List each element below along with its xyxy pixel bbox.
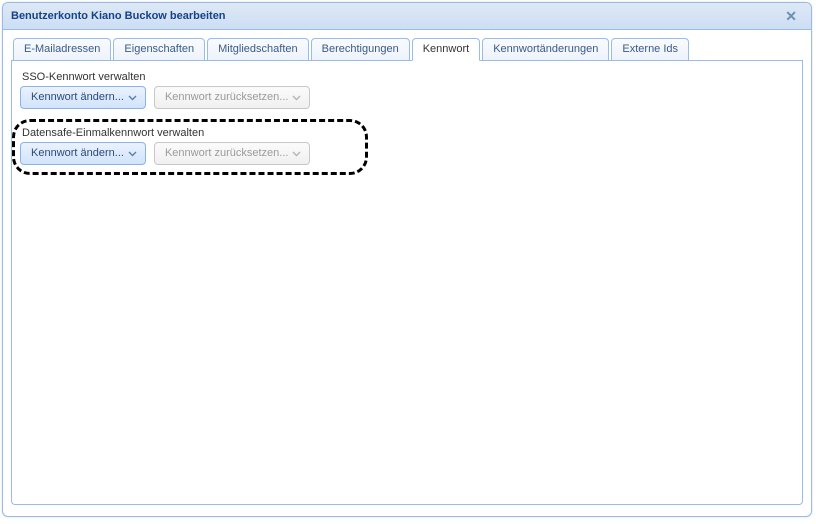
button-label: Kennwort zurücksetzen... (165, 90, 289, 105)
tab-berechtigungen[interactable]: Berechtigungen (311, 38, 410, 61)
dialog-body: E-Mailadressen Eigenschaften Mitgliedsch… (3, 30, 811, 513)
tab-emailadressen[interactable]: E-Mailadressen (13, 38, 111, 61)
tab-eigenschaften[interactable]: Eigenschaften (113, 38, 205, 61)
section-sso-buttons: Kennwort ändern... Kennwort zurücksetzen… (20, 86, 794, 109)
section-sso-label: SSO-Kennwort verwalten (20, 71, 794, 83)
titlebar: Benutzerkonto Kiano Buckow bearbeiten ✕ (3, 3, 811, 30)
chevron-down-icon (292, 149, 301, 158)
tab-panel-kennwort: SSO-Kennwort verwalten Kennwort ändern..… (11, 61, 803, 505)
button-label: Kennwort zurücksetzen... (165, 146, 289, 161)
button-label: Kennwort ändern... (31, 90, 124, 105)
chevron-down-icon (128, 93, 137, 102)
section-datensafe-label: Datensafe-Einmalkennwort verwalten (20, 127, 794, 139)
button-label: Kennwort ändern... (31, 146, 124, 161)
tab-externe-ids[interactable]: Externe Ids (611, 38, 689, 61)
datensafe-change-password-button[interactable]: Kennwort ändern... (20, 142, 146, 165)
tabstrip: E-Mailadressen Eigenschaften Mitgliedsch… (11, 38, 803, 61)
chevron-down-icon (292, 93, 301, 102)
tab-kennwortaenderungen[interactable]: Kennwortänderungen (482, 38, 609, 61)
close-icon[interactable]: ✕ (781, 9, 801, 23)
tab-mitgliedschaften[interactable]: Mitgliedschaften (207, 38, 309, 61)
section-datensafe: Datensafe-Einmalkennwort verwalten Kennw… (20, 127, 794, 165)
sso-change-password-button[interactable]: Kennwort ändern... (20, 86, 146, 109)
dialog-window: Benutzerkonto Kiano Buckow bearbeiten ✕ … (2, 2, 812, 517)
window-title: Benutzerkonto Kiano Buckow bearbeiten (11, 10, 226, 22)
chevron-down-icon (128, 149, 137, 158)
sso-reset-password-button[interactable]: Kennwort zurücksetzen... (154, 86, 311, 109)
datensafe-reset-password-button[interactable]: Kennwort zurücksetzen... (154, 142, 311, 165)
tab-kennwort[interactable]: Kennwort (412, 38, 480, 61)
section-datensafe-buttons: Kennwort ändern... Kennwort zurücksetzen… (20, 142, 794, 165)
section-sso: SSO-Kennwort verwalten Kennwort ändern..… (20, 71, 794, 109)
